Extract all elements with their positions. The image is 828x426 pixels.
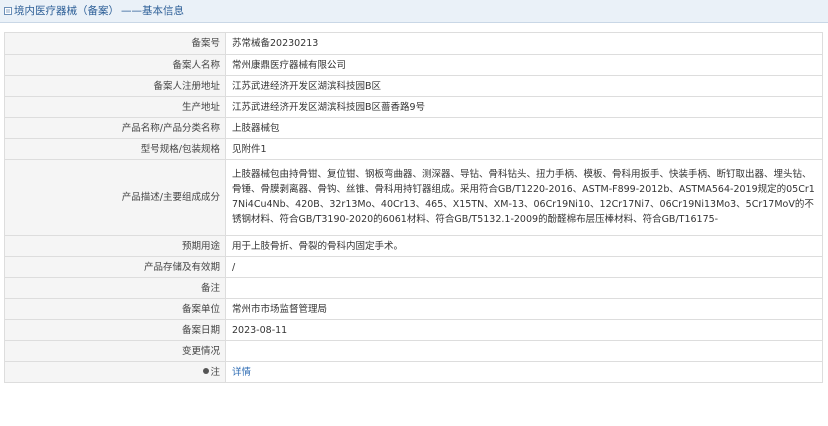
row-value: 上肢器械包由持骨钳、复位钳、钢板弯曲器、测深器、导钻、骨科钻头、扭力手柄、模板、…	[225, 159, 823, 236]
row-value: 上肢器械包	[225, 117, 823, 139]
table-row: 预期用途 用于上肢骨折、骨裂的骨科内固定手术。	[4, 235, 823, 257]
row-label: 备案号	[4, 32, 226, 55]
row-value: 用于上肢骨折、骨裂的骨科内固定手术。	[225, 235, 823, 257]
table-row: 注 详情	[4, 361, 823, 383]
table-row: 备案日期 2023-08-11	[4, 319, 823, 341]
row-label: 变更情况	[4, 340, 226, 362]
row-value: 常州康鼎医疗器械有限公司	[225, 54, 823, 76]
table-row: 产品存储及有效期 /	[4, 256, 823, 278]
info-table: 备案号 苏常械备20230213 备案人名称 常州康鼎医疗器械有限公司 备案人注…	[4, 32, 823, 383]
page-subtitle: ——基本信息	[121, 5, 184, 17]
row-value: 见附件1	[225, 138, 823, 160]
row-value: 2023-08-11	[225, 319, 823, 341]
table-row: 型号规格/包装规格 见附件1	[4, 138, 823, 160]
row-label: 预期用途	[4, 235, 226, 257]
row-label: 备案单位	[4, 298, 226, 320]
note-label: 注	[210, 366, 220, 378]
row-label: 生产地址	[4, 96, 226, 118]
details-link[interactable]: 详情	[232, 367, 251, 378]
doc-icon	[4, 7, 12, 15]
table-row: 生产地址 江苏武进经济开发区湖滨科技园B区蔷香路9号	[4, 96, 823, 118]
page-title: 境内医疗器械（备案）	[14, 5, 119, 17]
row-value: 江苏武进经济开发区湖滨科技园B区蔷香路9号	[225, 96, 823, 118]
page-header: 境内医疗器械（备案） ——基本信息	[0, 0, 828, 23]
row-label: 备注	[4, 277, 226, 299]
row-label: 产品名称/产品分类名称	[4, 117, 226, 139]
table-row: 产品名称/产品分类名称 上肢器械包	[4, 117, 823, 139]
table-row: 备案人名称 常州康鼎医疗器械有限公司	[4, 54, 823, 76]
row-value: 详情	[225, 361, 823, 383]
table-row: 产品描述/主要组成成分 上肢器械包由持骨钳、复位钳、钢板弯曲器、测深器、导钻、骨…	[4, 159, 823, 236]
row-label: 型号规格/包装规格	[4, 138, 226, 160]
pin-icon	[203, 368, 210, 374]
table-row: 备案单位 常州市市场监督管理局	[4, 298, 823, 320]
row-value: 常州市市场监督管理局	[225, 298, 823, 320]
table-row: 备案号 苏常械备20230213	[4, 32, 823, 55]
row-value: 江苏武进经济开发区湖滨科技园B区	[225, 75, 823, 97]
row-value	[225, 340, 823, 362]
row-label: 备案日期	[4, 319, 226, 341]
table-row: 备注	[4, 277, 823, 299]
row-value: /	[225, 256, 823, 278]
table-row: 备案人注册地址 江苏武进经济开发区湖滨科技园B区	[4, 75, 823, 97]
row-label: 产品存储及有效期	[4, 256, 226, 278]
row-label: 产品描述/主要组成成分	[4, 159, 226, 236]
row-value: 苏常械备20230213	[225, 32, 823, 55]
row-label: 备案人名称	[4, 54, 226, 76]
table-row: 变更情况	[4, 340, 823, 362]
product-description-text: 上肢器械包由持骨钳、复位钳、钢板弯曲器、测深器、导钻、骨科钻头、扭力手柄、模板、…	[232, 169, 815, 225]
row-value	[225, 277, 823, 299]
row-label: 注	[4, 361, 226, 383]
row-label: 备案人注册地址	[4, 75, 226, 97]
